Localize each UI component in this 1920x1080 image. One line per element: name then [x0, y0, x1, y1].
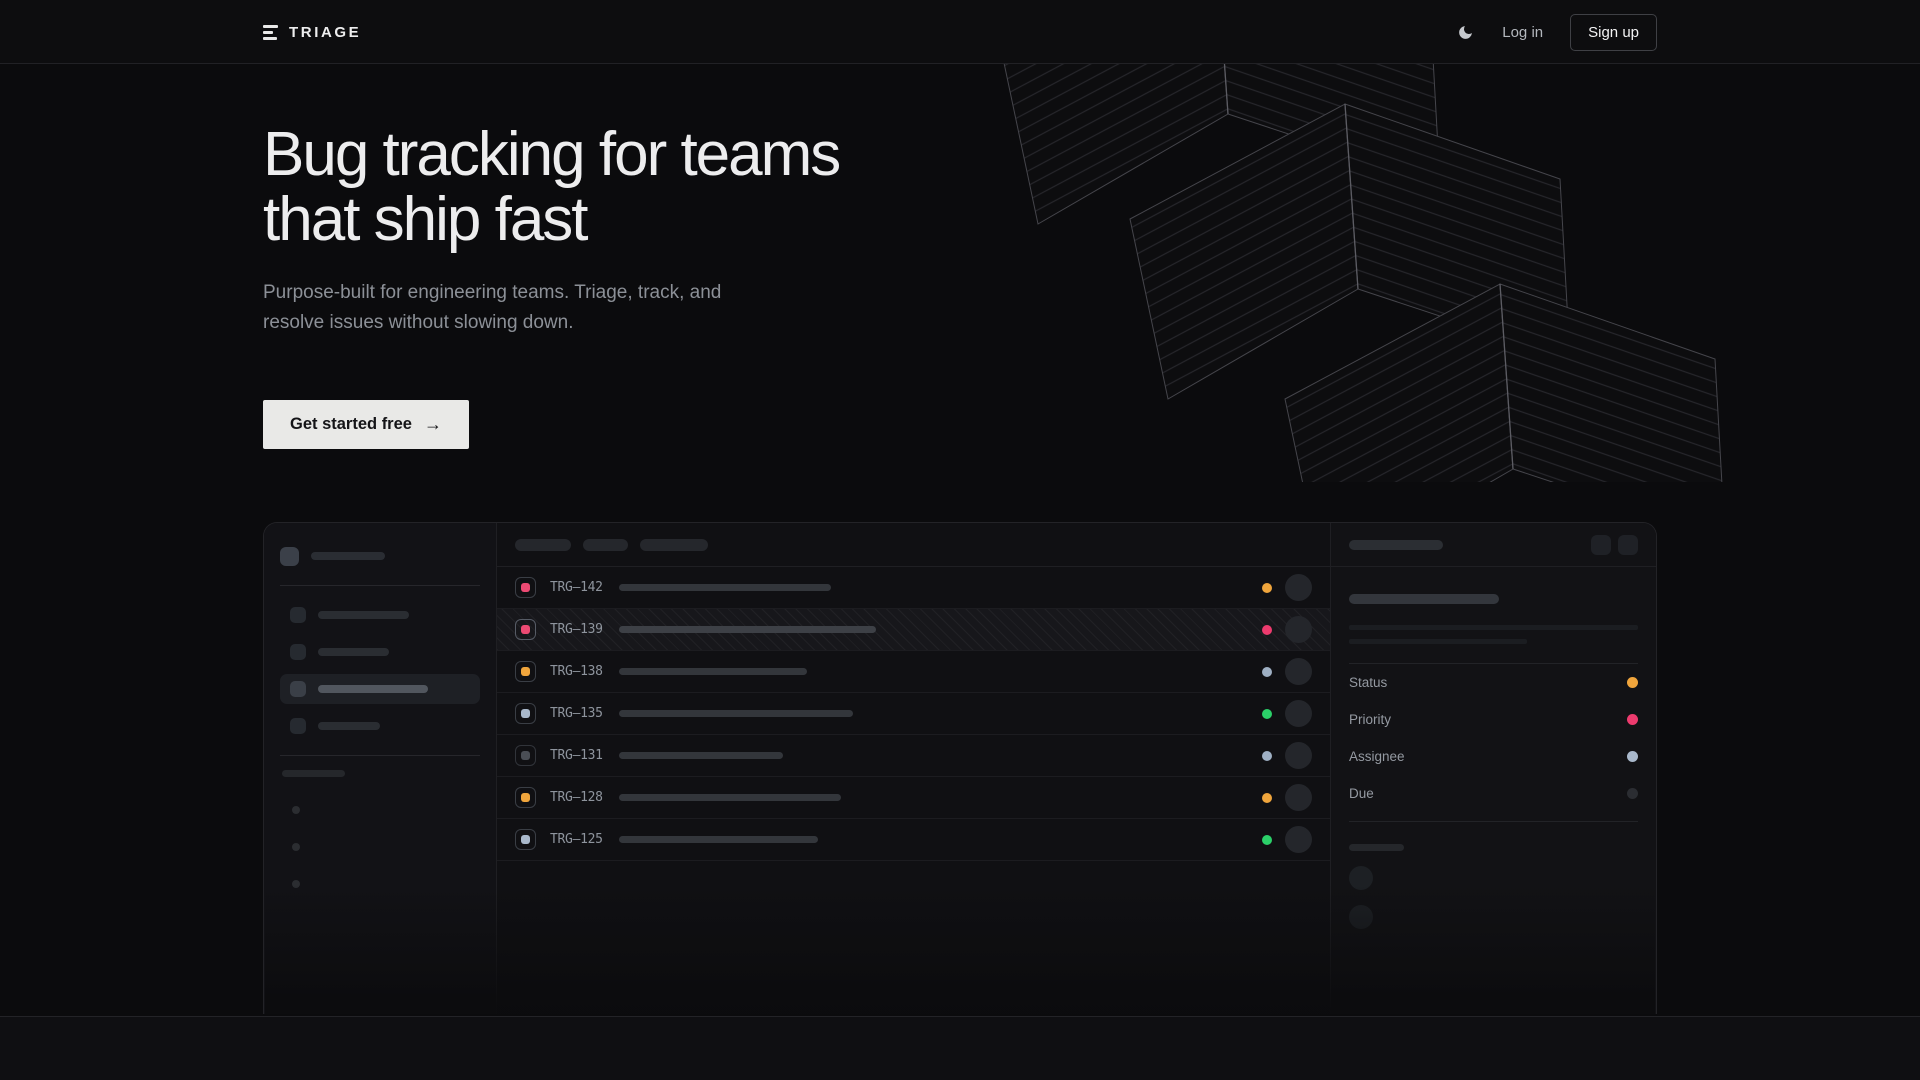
mockup-activity-label-skeleton [1349, 844, 1404, 851]
due-value-dot [1627, 788, 1638, 799]
issue-avatar [1285, 574, 1312, 601]
issue-status-dot [1262, 583, 1272, 593]
issue-title-skeleton [619, 626, 876, 633]
issue-status-dot [1262, 751, 1272, 761]
panel-field-status: Status [1349, 664, 1638, 701]
footer-band [0, 1016, 1920, 1080]
brand-name: TRIAGE [289, 24, 361, 41]
panel-field-assignee: Assignee [1349, 738, 1638, 775]
issue-avatar [1285, 826, 1312, 853]
issue-status-dot [1262, 835, 1272, 845]
issue-title-skeleton [619, 710, 853, 717]
mockup-panel-actions [1591, 535, 1638, 555]
issue-row: TRG–128 [497, 777, 1330, 819]
brand-logo[interactable]: TRIAGE [263, 24, 361, 41]
priority-value-dot [1627, 714, 1638, 725]
issue-row-selected: TRG–139 [497, 609, 1330, 651]
issue-row: TRG–131 [497, 735, 1330, 777]
theme-toggle-button[interactable] [1455, 22, 1475, 42]
mockup-detail-panel: Status Priority Assignee Due [1330, 523, 1656, 1014]
issue-status-dot [1262, 709, 1272, 719]
issue-avatar [1285, 742, 1312, 769]
header-nav: Log in Sign up [1455, 14, 1657, 51]
hero-subtitle: Purpose-built for engineering teams. Tri… [263, 278, 1657, 338]
login-link[interactable]: Log in [1502, 24, 1543, 41]
issue-id: TRG–142 [550, 580, 603, 595]
issue-row: TRG–125 [497, 819, 1330, 861]
issue-avatar [1285, 700, 1312, 727]
mockup-list-dot [292, 843, 300, 851]
issue-type-icon [515, 577, 536, 598]
issue-type-icon [515, 787, 536, 808]
issue-id: TRG–125 [550, 832, 603, 847]
arrow-right-icon: → [424, 414, 442, 435]
panel-field-due: Due [1349, 775, 1638, 812]
issue-title-skeleton [619, 668, 807, 675]
issue-title-skeleton [619, 752, 783, 759]
get-started-button[interactable]: Get started free → [263, 400, 469, 449]
issue-type-icon [515, 829, 536, 850]
issue-id: TRG–128 [550, 790, 603, 805]
signup-button[interactable]: Sign up [1570, 14, 1657, 51]
moon-icon [1457, 24, 1474, 41]
status-value-dot [1627, 677, 1638, 688]
issue-row: TRG–135 [497, 693, 1330, 735]
issue-id: TRG–131 [550, 748, 603, 763]
triage-bars-icon [263, 25, 278, 40]
issue-type-icon [515, 619, 536, 640]
mockup-issue-list: TRG–142 TRG–139 TRG–138 TR [497, 523, 1330, 1014]
mockup-list-dot [292, 880, 300, 888]
issue-row: TRG–138 [497, 651, 1330, 693]
issue-title-skeleton [619, 584, 831, 591]
issue-id: TRG–135 [550, 706, 603, 721]
issue-type-icon [515, 661, 536, 682]
site-header: TRIAGE Log in Sign up [0, 0, 1920, 64]
mockup-sidebar-logo [280, 541, 480, 571]
mockup-description-skeleton [1349, 625, 1638, 630]
app-mockup: TRG–142 TRG–139 TRG–138 TR [263, 522, 1657, 1014]
assignee-value-dot [1627, 751, 1638, 762]
hero-section: Bug tracking for teams that ship fast Pu… [263, 64, 1657, 1014]
mockup-sidebar [264, 523, 497, 1014]
issue-row: TRG–142 [497, 567, 1330, 609]
mockup-comment-avatar [1349, 905, 1373, 929]
mockup-nav-item [280, 711, 480, 741]
issue-title-skeleton [619, 794, 841, 801]
mockup-comment-avatar [1349, 866, 1373, 890]
mockup-panel-header [1331, 523, 1656, 567]
issue-id: TRG–138 [550, 664, 603, 679]
page-title: Bug tracking for teams that ship fast [263, 122, 1657, 252]
panel-field-priority: Priority [1349, 701, 1638, 738]
mockup-issue-title-skeleton [1349, 594, 1499, 604]
mockup-list-dot [292, 806, 300, 814]
issue-avatar [1285, 784, 1312, 811]
mockup-nav-item-active [280, 674, 480, 704]
issue-status-dot [1262, 625, 1272, 635]
issue-type-icon [515, 745, 536, 766]
mockup-description-skeleton [1349, 639, 1527, 644]
mockup-nav-item [280, 600, 480, 630]
issue-status-dot [1262, 667, 1272, 677]
issue-type-icon [515, 703, 536, 724]
issue-status-dot [1262, 793, 1272, 803]
mockup-nav-item [280, 637, 480, 667]
mockup-section-label-skeleton [282, 770, 345, 777]
mockup-list-toolbar [497, 523, 1330, 567]
issue-id: TRG–139 [550, 622, 603, 637]
issue-avatar [1285, 658, 1312, 685]
issue-avatar [1285, 616, 1312, 643]
issue-title-skeleton [619, 836, 818, 843]
